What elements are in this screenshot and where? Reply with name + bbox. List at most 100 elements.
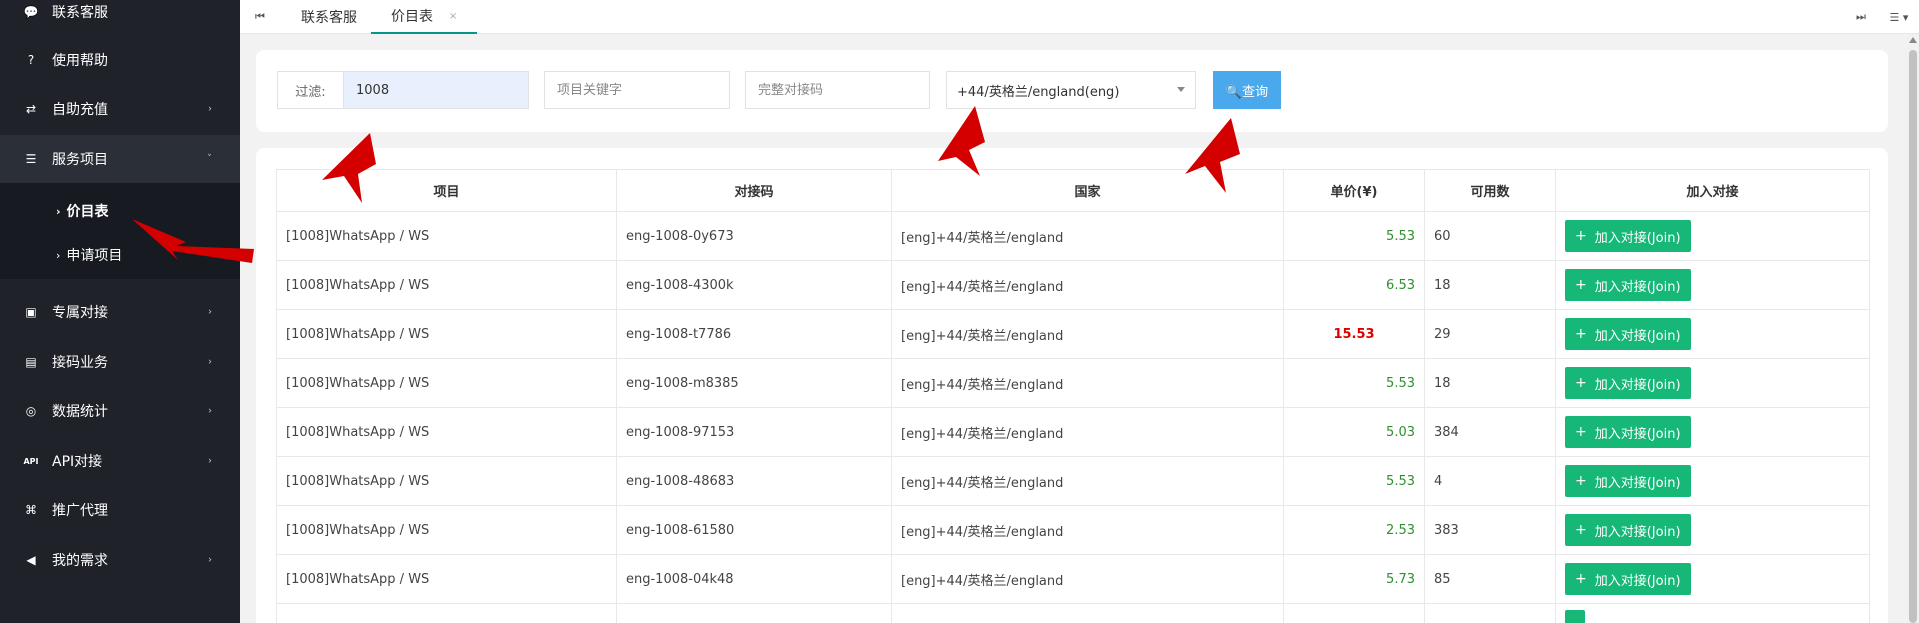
cell-price: 5.53 bbox=[1283, 456, 1425, 506]
table-row: [1008]WhatsApp / WS eng-1008-04k48 [eng]… bbox=[276, 554, 1870, 604]
sidebar-item-label: 推广代理 bbox=[52, 503, 108, 519]
table-row: [1008]WhatsApp / WS eng-1008-0y673 [eng]… bbox=[276, 211, 1870, 261]
chevron-right-icon: › bbox=[208, 405, 212, 417]
cell-project: [1008]WhatsApp / WS bbox=[276, 211, 617, 261]
cell-join: + 加入对接(Join) bbox=[1555, 554, 1870, 604]
cell-code: eng-1008-0y673 bbox=[616, 211, 892, 261]
cell-price: 5.53 bbox=[1283, 211, 1425, 261]
cell-code: eng-1008-4300k bbox=[616, 260, 892, 310]
megaphone-icon: ◀ bbox=[26, 553, 36, 567]
recharge-icon: ⇄ bbox=[25, 102, 37, 116]
join-button-label: 加入对接(Join) bbox=[1594, 328, 1681, 344]
tab-bar: ⏮ 联系客服 价目表 × ⏭ ☰ ▾ bbox=[240, 0, 1919, 34]
join-button-label: 加入对接(Join) bbox=[1594, 524, 1681, 540]
cell-country: [eng]+44/英格兰/england bbox=[891, 358, 1284, 408]
cell-code: eng-1008-97153 bbox=[616, 407, 892, 457]
exclusive-icon: ▣ bbox=[25, 305, 37, 319]
cell-code: eng-1008-61580 bbox=[616, 505, 892, 555]
chat-bubble-icon: 💬 bbox=[23, 5, 39, 19]
join-button-label: 加入对接(Join) bbox=[1594, 426, 1681, 442]
country-select-value: +44/英格兰/england(eng) bbox=[957, 84, 1120, 100]
tab-menu-icon[interactable]: ☰ ▾ bbox=[1879, 0, 1919, 34]
table-row: [1008]WhatsApp / WS eng-1008-48683 [eng]… bbox=[276, 456, 1870, 506]
service-list-icon: ☰ bbox=[25, 152, 37, 166]
column-header-project[interactable]: 项目 bbox=[276, 169, 617, 212]
sidebar-item-services[interactable]: ☰ 服务项目 ˅ bbox=[0, 135, 240, 183]
cell-country: [eng]+44/英格兰/england bbox=[891, 554, 1284, 604]
filter-input[interactable] bbox=[343, 71, 529, 109]
join-button[interactable]: + 加入对接(Join) bbox=[1565, 465, 1691, 497]
plus-icon: + bbox=[1575, 375, 1587, 391]
vertical-scrollbar[interactable] bbox=[1907, 34, 1919, 623]
sidebar-item-sms-code[interactable]: ▤ 接码业务 › bbox=[0, 338, 240, 386]
cell-price: 2.53 bbox=[1283, 505, 1425, 555]
cell-code: eng-1008-m8385 bbox=[616, 358, 892, 408]
tab-label: 价目表 bbox=[391, 9, 433, 25]
sidebar-subitem-price-list[interactable]: › 价目表 bbox=[0, 189, 240, 233]
query-button[interactable]: 🔍查询 bbox=[1213, 71, 1281, 109]
cell-join: + 加入对接(Join) bbox=[1555, 505, 1870, 555]
cell-available: 85 bbox=[1424, 554, 1556, 604]
plus-icon: + bbox=[1575, 522, 1587, 538]
chevron-right-icon: › bbox=[208, 306, 212, 318]
sidebar-item-promotion[interactable]: ⌘ 推广代理 bbox=[0, 486, 240, 534]
join-button[interactable]: + 加入对接(Join) bbox=[1565, 514, 1691, 546]
join-button[interactable]: + 加入对接(Join) bbox=[1565, 220, 1691, 252]
cell-country: [eng]+44/英格兰/england bbox=[891, 505, 1284, 555]
tab-scroll-first-icon[interactable]: ⏮ bbox=[240, 0, 280, 34]
code-input[interactable] bbox=[745, 71, 930, 109]
column-header-available[interactable]: 可用数 bbox=[1424, 169, 1556, 212]
cell-join bbox=[1555, 603, 1870, 623]
sidebar-subitem-label: 申请项目 bbox=[66, 248, 123, 264]
sidebar-item-label: 接码业务 bbox=[52, 355, 108, 371]
plus-icon: + bbox=[1575, 571, 1587, 587]
keyword-input[interactable] bbox=[544, 71, 730, 109]
cell-code: eng-1008-48683 bbox=[616, 456, 892, 506]
sidebar-item-label: 数据统计 bbox=[52, 404, 108, 420]
cell-project: [1008]WhatsApp / WS bbox=[276, 407, 617, 457]
join-button[interactable]: + 加入对接(Join) bbox=[1565, 367, 1691, 399]
cell-price: 5.03 bbox=[1283, 407, 1425, 457]
join-button[interactable] bbox=[1565, 610, 1585, 623]
cell-price: 15.53 bbox=[1283, 309, 1425, 359]
chevron-right-icon: › bbox=[208, 356, 212, 368]
close-icon[interactable]: × bbox=[449, 11, 457, 22]
table-row: [1008]WhatsApp / WS eng-1008-97153 [eng]… bbox=[276, 407, 1870, 457]
sidebar-item-statistics[interactable]: ◎ 数据统计 › bbox=[0, 387, 240, 435]
sidebar-item-label: 联系客服 bbox=[52, 5, 108, 21]
tab-scroll-last-icon[interactable]: ⏭ bbox=[1841, 0, 1881, 34]
sidebar-item-api[interactable]: API API对接 › bbox=[0, 437, 240, 485]
sitemap-icon: ⌘ bbox=[25, 503, 37, 517]
sidebar-item-label: 专属对接 bbox=[52, 305, 108, 321]
column-header-code[interactable]: 对接码 bbox=[616, 169, 892, 212]
join-button-label: 加入对接(Join) bbox=[1594, 475, 1681, 491]
column-header-country[interactable]: 国家 bbox=[891, 169, 1284, 212]
question-icon: ? bbox=[27, 53, 35, 67]
table-row: [1008]WhatsApp / WS eng-1008-t7786 [eng]… bbox=[276, 309, 1870, 359]
scrollbar-thumb[interactable] bbox=[1909, 50, 1917, 623]
tab-contact-support[interactable]: 联系客服 bbox=[281, 0, 377, 34]
sidebar-submenu: › 价目表 › 申请项目 bbox=[0, 183, 240, 279]
sidebar-item-contact-support[interactable]: 💬 联系客服 bbox=[0, 0, 240, 36]
sidebar-item-exclusive[interactable]: ▣ 专属对接 › bbox=[0, 288, 240, 336]
sidebar-item-recharge[interactable]: ⇄ 自助充值 › bbox=[0, 85, 240, 133]
chevron-right-icon: › bbox=[56, 248, 61, 262]
sidebar-item-help[interactable]: ? 使用帮助 bbox=[0, 36, 240, 84]
sidebar-item-label: 我的需求 bbox=[52, 553, 108, 569]
country-select[interactable]: +44/英格兰/england(eng) bbox=[946, 71, 1196, 109]
cell-join: + 加入对接(Join) bbox=[1555, 211, 1870, 261]
join-button-label: 加入对接(Join) bbox=[1594, 279, 1681, 295]
cell-code: eng-1008-04k48 bbox=[616, 554, 892, 604]
join-button[interactable]: + 加入对接(Join) bbox=[1565, 318, 1691, 350]
join-button[interactable]: + 加入对接(Join) bbox=[1565, 416, 1691, 448]
plus-icon: + bbox=[1575, 277, 1587, 293]
scroll-up-icon[interactable] bbox=[1909, 37, 1917, 43]
tab-price-list[interactable]: 价目表 × bbox=[371, 0, 478, 34]
join-button[interactable]: + 加入对接(Join) bbox=[1565, 563, 1691, 595]
join-button[interactable]: + 加入对接(Join) bbox=[1565, 269, 1691, 301]
cell-join: + 加入对接(Join) bbox=[1555, 407, 1870, 457]
column-header-price[interactable]: 单价(¥) bbox=[1283, 169, 1425, 212]
sidebar-subitem-apply-project[interactable]: › 申请项目 bbox=[0, 233, 240, 277]
cell-available: 18 bbox=[1424, 260, 1556, 310]
sidebar-item-my-needs[interactable]: ◀ 我的需求 › bbox=[0, 536, 240, 584]
